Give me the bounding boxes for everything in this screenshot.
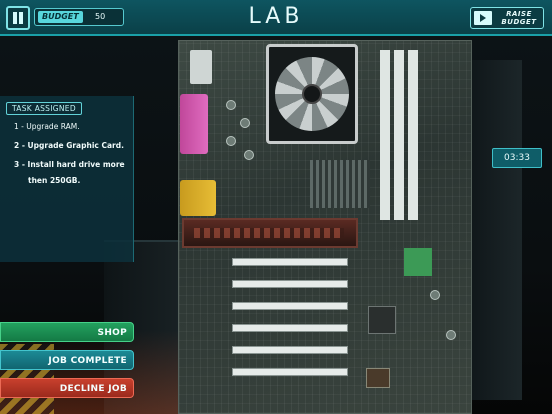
io-port-audio xyxy=(180,180,216,216)
capacitor xyxy=(226,136,236,146)
capacitor xyxy=(446,330,456,340)
task-item-2: 2 - Upgrade Graphic Card. xyxy=(14,141,124,150)
pci-slot-5[interactable] xyxy=(232,346,348,354)
capacitor xyxy=(226,100,236,110)
capacitor xyxy=(430,290,440,300)
ram-slot-3[interactable] xyxy=(408,50,418,220)
pci-slot-3[interactable] xyxy=(232,302,348,310)
task-item-3: 3 - Install hard drive more xyxy=(14,160,125,169)
pci-slot-4[interactable] xyxy=(232,324,348,332)
pci-slot-6[interactable] xyxy=(232,368,348,376)
job-timer: 03:33 xyxy=(492,148,542,168)
ram-slot-2[interactable] xyxy=(394,50,404,220)
job-complete-button[interactable]: JOB COMPLETE xyxy=(0,350,134,370)
top-bar: BUDGET 50 LAB RAISE BUDGET xyxy=(0,0,552,36)
fan-hub xyxy=(302,84,322,104)
chip-green xyxy=(404,248,432,276)
raise-budget-button[interactable]: RAISE BUDGET xyxy=(470,7,544,29)
pc-case-right xyxy=(470,60,522,400)
pci-slot-2[interactable] xyxy=(232,280,348,288)
fan-blades xyxy=(275,57,349,131)
capacitor xyxy=(244,150,254,160)
graphics-card[interactable] xyxy=(182,218,358,248)
video-play-icon xyxy=(474,11,492,25)
chipset-heatsink xyxy=(310,160,370,208)
raise-budget-label: RAISE BUDGET xyxy=(501,10,537,26)
task-item-1: 1 - Upgrade RAM. xyxy=(14,122,80,131)
ram-slot-1[interactable] xyxy=(380,50,390,220)
chip-small xyxy=(366,368,390,388)
capacitor xyxy=(240,118,250,128)
decline-job-button[interactable]: DECLINE JOB xyxy=(0,378,134,398)
task-item-3-continued: then 250GB. xyxy=(28,176,81,185)
io-port-usb xyxy=(190,50,212,84)
shop-button[interactable]: SHOP xyxy=(0,322,134,342)
cpu-fan[interactable] xyxy=(266,44,358,144)
task-panel: TASK ASSIGNED 1 - Upgrade RAM. 2 - Upgra… xyxy=(0,96,134,262)
io-port-parallel xyxy=(180,94,208,154)
pci-slot-1[interactable] xyxy=(232,258,348,266)
chip-bios xyxy=(368,306,396,334)
task-panel-header: TASK ASSIGNED xyxy=(6,102,82,115)
